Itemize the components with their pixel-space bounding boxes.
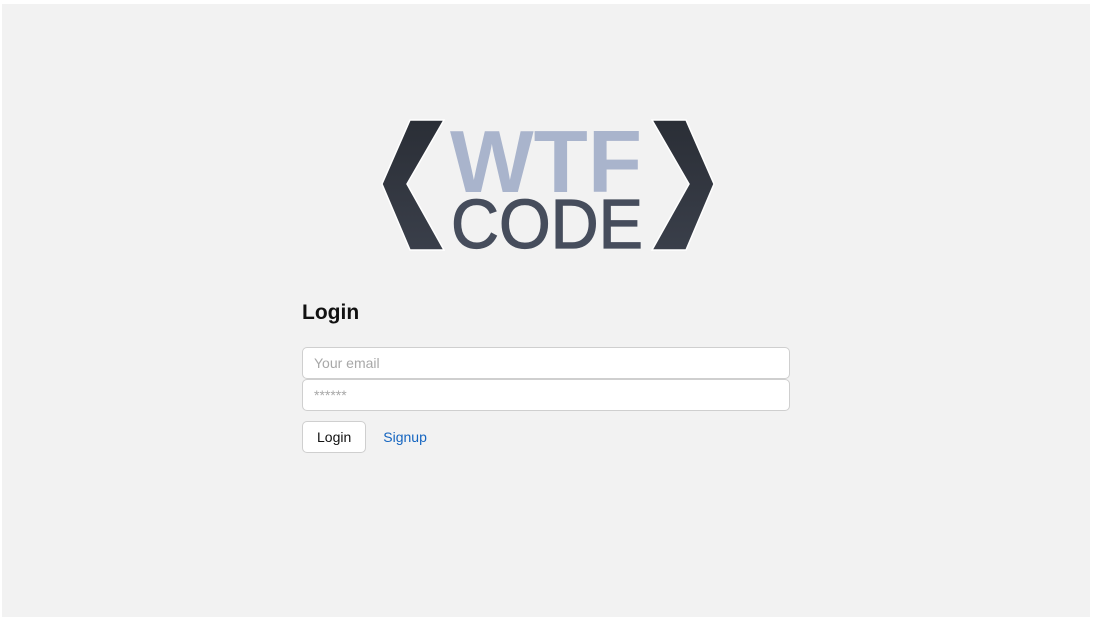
email-input[interactable] — [302, 347, 790, 379]
wtf-code-logo: WTF CODE — [380, 114, 716, 254]
form-actions: Login Signup — [302, 421, 790, 453]
right-bracket-icon — [650, 119, 715, 251]
login-form: Login Login Signup — [302, 300, 790, 453]
login-button[interactable]: Login — [302, 421, 367, 453]
form-title: Login — [302, 301, 360, 324]
left-bracket-icon — [381, 119, 446, 251]
password-input[interactable] — [302, 379, 790, 411]
signup-link[interactable]: Signup — [383, 429, 427, 445]
page-viewport: WTF CODE Login Login Signup — [2, 4, 1090, 617]
logo-line-code: CODE — [451, 185, 643, 254]
